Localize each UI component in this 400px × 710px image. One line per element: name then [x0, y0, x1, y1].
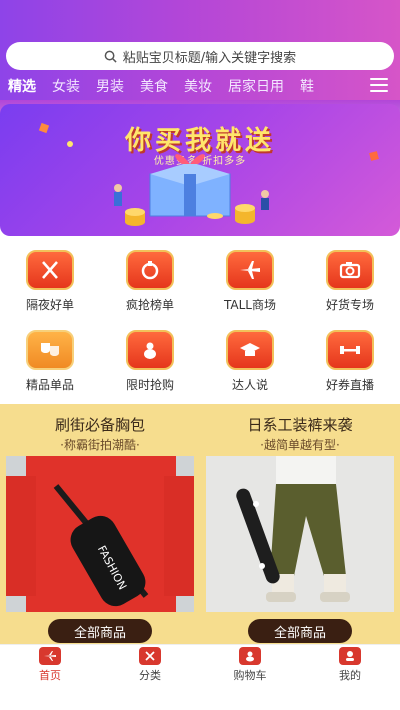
feature-grid: 隔夜好单 疯抢榜单 TALL商场 好货专场 精品单品 限时抢购 达人说 好券直播 — [0, 248, 400, 396]
menu-icon[interactable] — [370, 78, 388, 92]
grid-label: 好券直播 — [325, 378, 374, 392]
tab-home[interactable]: 居家日用 — [220, 76, 292, 96]
grid-item-coupon-live[interactable]: 好券直播 — [300, 330, 400, 398]
category-icon — [139, 647, 161, 665]
grid-item-premium-items[interactable]: 精品单品 — [0, 330, 100, 398]
tab-beauty[interactable]: 美妆 — [176, 76, 220, 96]
grid-item-good-goods[interactable]: 好货专场 — [300, 250, 400, 318]
promo-title: 刷街必备胸包 — [54, 416, 145, 434]
grid-label: 隔夜好单 — [25, 298, 74, 312]
nav-label: 分类 — [139, 669, 161, 682]
nav-mine[interactable]: 我的 — [300, 645, 400, 684]
grid-item-flash-sale[interactable]: 限时抢购 — [100, 330, 200, 398]
search-icon — [104, 50, 117, 63]
all-products-button[interactable]: 全部商品 — [48, 619, 152, 643]
dumbbell-icon — [326, 330, 374, 370]
tab-food[interactable]: 美食 — [132, 76, 176, 96]
grid-item-expert-says[interactable]: 达人说 — [200, 330, 300, 398]
grid-label: 达人说 — [231, 378, 268, 392]
nav-label: 首页 — [39, 669, 61, 682]
grid-label: TALL商场 — [224, 298, 276, 312]
search-bar[interactable]: 粘贴宝贝标题/输入关键字搜索 — [6, 42, 394, 70]
promo-cargo-pants[interactable]: 日系工装裤来袭 ·越简单越有型· 全部商品 — [200, 404, 400, 644]
nav-label: 购物车 — [233, 669, 267, 682]
all-products-button[interactable]: 全部商品 — [248, 619, 352, 643]
grid-item-overnight-deals[interactable]: 隔夜好单 — [0, 250, 100, 318]
tab-men[interactable]: 男装 — [88, 76, 132, 96]
user-icon — [339, 647, 361, 665]
theater-masks-icon — [26, 330, 74, 370]
search-placeholder: 粘贴宝贝标题/输入关键字搜索 — [122, 50, 297, 66]
airplane-icon — [226, 250, 274, 290]
promo-banner[interactable]: 你买我就送 优惠多多 折扣多多 — [0, 104, 400, 236]
chest-bag-image: FASHION — [6, 456, 194, 612]
grid-label: 限时抢购 — [125, 378, 174, 392]
banner-area: 你买我就送 优惠多多 折扣多多 — [0, 100, 400, 240]
grid-label: 疯抢榜单 — [125, 298, 174, 312]
promo-section: 刷街必备胸包 ·称霸街拍潮酷· FASHION 全部商品 日系工装裤来袭 ·越简… — [0, 404, 400, 644]
nav-cart[interactable]: 购物车 — [200, 645, 300, 684]
camera-icon — [326, 250, 374, 290]
home-icon — [39, 647, 61, 665]
promo-subtitle: ·越简单越有型· — [260, 438, 340, 452]
nav-label: 我的 — [339, 669, 361, 682]
promo-chest-bag[interactable]: 刷街必备胸包 ·称霸街拍潮酷· FASHION 全部商品 — [0, 404, 200, 644]
tab-shoes[interactable]: 鞋 — [292, 76, 322, 96]
app-header: 粘贴宝贝标题/输入关键字搜索 精选 女装 男装 美食 美妆 居家日用 鞋 — [0, 0, 400, 100]
nav-category[interactable]: 分类 — [100, 645, 200, 684]
horn-icon — [126, 250, 174, 290]
tab-women[interactable]: 女装 — [44, 76, 88, 96]
promo-subtitle: ·称霸街拍潮酷· — [60, 438, 140, 452]
promo-title: 日系工装裤来袭 — [247, 416, 353, 434]
grid-label: 精品单品 — [25, 378, 74, 392]
gift-box-illustration — [38, 122, 379, 226]
tab-featured[interactable]: 精选 — [0, 76, 44, 96]
cart-icon — [239, 647, 261, 665]
grid-item-hot-ranking[interactable]: 疯抢榜单 — [100, 250, 200, 318]
cargo-pants-image — [206, 456, 394, 612]
nav-home[interactable]: 首页 — [0, 645, 100, 684]
category-tabs: 精选 女装 男装 美食 美妆 居家日用 鞋 — [0, 72, 360, 100]
grid-item-tall-mall[interactable]: TALL商场 — [200, 250, 300, 318]
utensils-icon — [26, 250, 74, 290]
gourd-icon — [126, 330, 174, 370]
grid-label: 好货专场 — [325, 298, 374, 312]
graduation-cap-icon — [226, 330, 274, 370]
bottom-nav: 首页 分类 购物车 我的 — [0, 644, 400, 684]
